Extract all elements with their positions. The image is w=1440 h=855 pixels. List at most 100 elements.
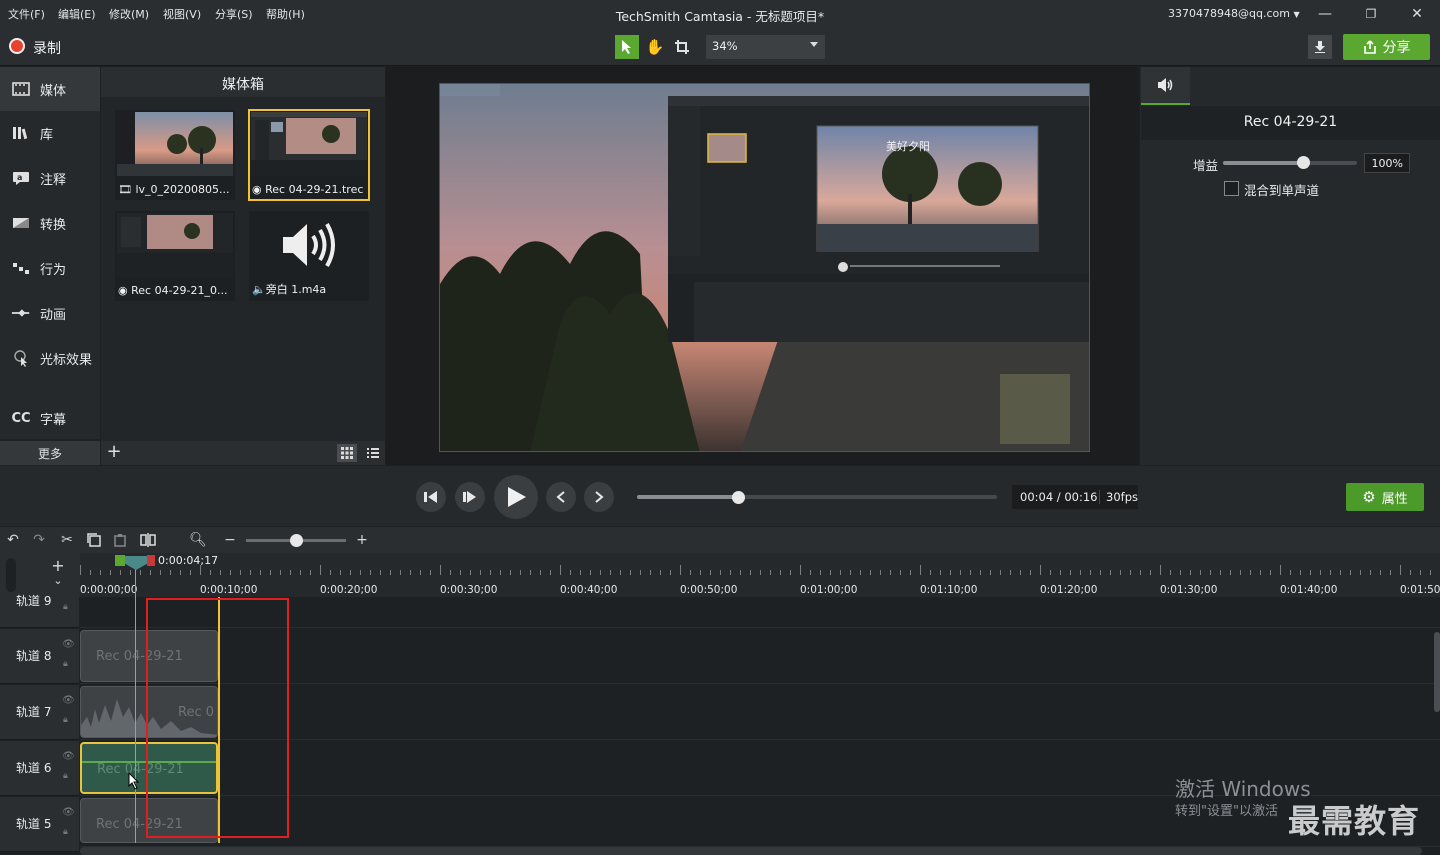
ruler-tick-label: 0:01:10;00 <box>920 584 978 596</box>
track-header[interactable]: 轨道 9 🔒︎ <box>0 594 79 628</box>
hand-icon: ✋ <box>645 38 665 56</box>
chevron-left-icon <box>556 491 565 503</box>
list-view-button[interactable] <box>363 444 383 462</box>
plus-icon: + <box>106 441 122 462</box>
track-header[interactable]: 轨道 7 👁︎ 🔒︎ <box>0 685 79 740</box>
gain-slider-fill <box>1223 161 1303 165</box>
restore-button[interactable]: ❐ <box>1348 0 1394 28</box>
pan-tool-button[interactable]: ✋ <box>643 35 667 59</box>
selection-end-handle[interactable] <box>147 555 155 566</box>
scrub-handle[interactable] <box>732 491 745 504</box>
zoom-out-button[interactable]: − <box>221 531 239 549</box>
lock-icon[interactable]: 🔒︎ <box>63 659 68 669</box>
track-header[interactable]: 轨道 5 👁︎ 🔒︎ <box>0 797 79 852</box>
lock-icon[interactable]: 🔒︎ <box>63 827 68 837</box>
lock-icon[interactable]: 🔒︎ <box>63 771 68 781</box>
audio-properties-tab[interactable] <box>1141 67 1190 105</box>
gain-label: 增益 <box>1193 158 1219 173</box>
cursor-effect-icon <box>11 350 31 367</box>
cut-button[interactable]: ✂ <box>58 531 76 549</box>
media-item[interactable]: ◉ Rec 04-29-21_0... <box>115 211 235 301</box>
select-tool-button[interactable] <box>615 35 639 59</box>
more-button[interactable]: 更多 <box>0 441 100 465</box>
grid-view-button[interactable] <box>337 444 357 462</box>
share-button[interactable]: 分享 <box>1343 34 1430 60</box>
properties-button[interactable]: ⚙ 属性 <box>1346 483 1424 511</box>
nav-annotations[interactable]: a 注释 <box>0 158 100 198</box>
timeline-ruler[interactable] <box>80 553 1440 597</box>
zoom-to-fit-button[interactable]: 🔍︎ <box>189 531 207 549</box>
eye-icon[interactable]: 👁︎ <box>62 807 75 818</box>
record-button[interactable]: 录制 <box>33 38 61 58</box>
zoom-select[interactable]: 34% <box>706 35 825 59</box>
media-item-name: lv_0_20200805... <box>135 183 230 196</box>
track-header[interactable]: 轨道 8 👁︎ 🔒︎ <box>0 629 79 684</box>
timeline-horizontal-scrollbar[interactable] <box>80 847 1422 855</box>
ruler-tick-label: 0:01:30;00 <box>1160 584 1218 596</box>
crop-tool-button[interactable] <box>670 35 694 59</box>
step-forward-icon <box>463 491 476 503</box>
time-display: 00:04 / 00:16 30fps <box>1012 485 1138 509</box>
track-header[interactable]: 轨道 6 👁︎ 🔒︎ <box>0 741 79 796</box>
media-item[interactable]: 🔈旁白 1.m4a <box>249 211 369 301</box>
account-menu[interactable]: 3370478948@qq.com ▼ <box>1168 7 1300 20</box>
canvas-caption: 美好夕阳 <box>886 139 930 153</box>
nav-media-label: 媒体 <box>40 83 67 99</box>
split-button[interactable] <box>139 531 157 549</box>
playhead-line <box>135 568 136 843</box>
track-options-button[interactable]: ⌄ <box>48 574 68 594</box>
behavior-icon <box>11 260 31 276</box>
media-item-label: 🎞 lv_0_20200805... <box>118 183 232 196</box>
ruler-tick-label: 0:00:10;00 <box>200 584 258 596</box>
eye-icon[interactable]: 👁︎ <box>62 639 75 650</box>
nav-animations[interactable]: 动画 <box>0 293 100 333</box>
paste-button[interactable] <box>111 531 129 549</box>
paste-icon <box>114 534 126 547</box>
lock-icon[interactable]: 🔒︎ <box>63 602 68 612</box>
previous-marker-button[interactable] <box>546 482 576 512</box>
next-marker-button[interactable] <box>584 482 614 512</box>
redo-button[interactable]: ↷ <box>30 531 48 549</box>
add-track-button[interactable]: + <box>48 556 68 575</box>
nav-cursor-effects[interactable]: 光标效果 <box>0 338 100 378</box>
nav-media[interactable]: 媒体 <box>0 69 100 109</box>
undo-button[interactable]: ↶ <box>4 531 22 549</box>
preview-canvas[interactable]: 美好夕阳 <box>439 83 1090 452</box>
record-icon[interactable] <box>9 38 25 54</box>
chevron-right-icon <box>595 491 604 503</box>
nav-behaviors-label: 行为 <box>40 262 67 278</box>
nav-library[interactable]: 库 <box>0 113 100 153</box>
minus-icon: − <box>224 532 236 548</box>
selection-start-handle[interactable] <box>115 555 125 566</box>
media-thumbnail <box>117 112 233 176</box>
gain-slider-handle[interactable] <box>1297 156 1310 169</box>
play-button[interactable] <box>494 475 538 519</box>
add-media-button[interactable]: + <box>104 442 124 462</box>
step-forward-button[interactable] <box>455 482 485 512</box>
chevron-down-icon: ⌄ <box>53 574 63 587</box>
lock-icon[interactable]: 🔒︎ <box>63 715 68 725</box>
nav-captions[interactable]: CC 字幕 <box>0 398 100 438</box>
eye-icon[interactable]: 👁︎ <box>62 695 75 706</box>
close-button[interactable]: ✕ <box>1394 0 1440 28</box>
timeline-zoom-handle[interactable] <box>290 534 303 547</box>
download-icon <box>1315 41 1325 53</box>
media-item-name: 旁白 1.m4a <box>265 283 327 296</box>
gain-value-input[interactable]: 100% <box>1364 153 1410 173</box>
minimize-button[interactable]: — <box>1302 0 1348 28</box>
preview-frame: 美好夕阳 <box>440 84 1089 451</box>
zoom-in-button[interactable]: + <box>353 531 371 549</box>
mix-to-mono-checkbox[interactable] <box>1224 181 1239 196</box>
copy-button[interactable] <box>85 531 103 549</box>
media-item[interactable]: 🎞 lv_0_20200805... <box>115 110 235 200</box>
timeline-vertical-scrollbar[interactable] <box>1434 632 1440 712</box>
eye-icon[interactable]: 👁︎ <box>62 751 75 762</box>
nav-annotations-label: 注释 <box>40 172 67 188</box>
step-back-button[interactable] <box>416 482 446 512</box>
media-item-selected[interactable]: ◉ Rec 04-29-21.trec <box>248 109 370 201</box>
nav-transitions[interactable]: 转换 <box>0 203 100 243</box>
track-height-slider[interactable] <box>6 558 16 592</box>
download-button[interactable] <box>1308 35 1332 59</box>
media-thumbnail <box>251 213 367 277</box>
nav-behaviors[interactable]: 行为 <box>0 248 100 288</box>
